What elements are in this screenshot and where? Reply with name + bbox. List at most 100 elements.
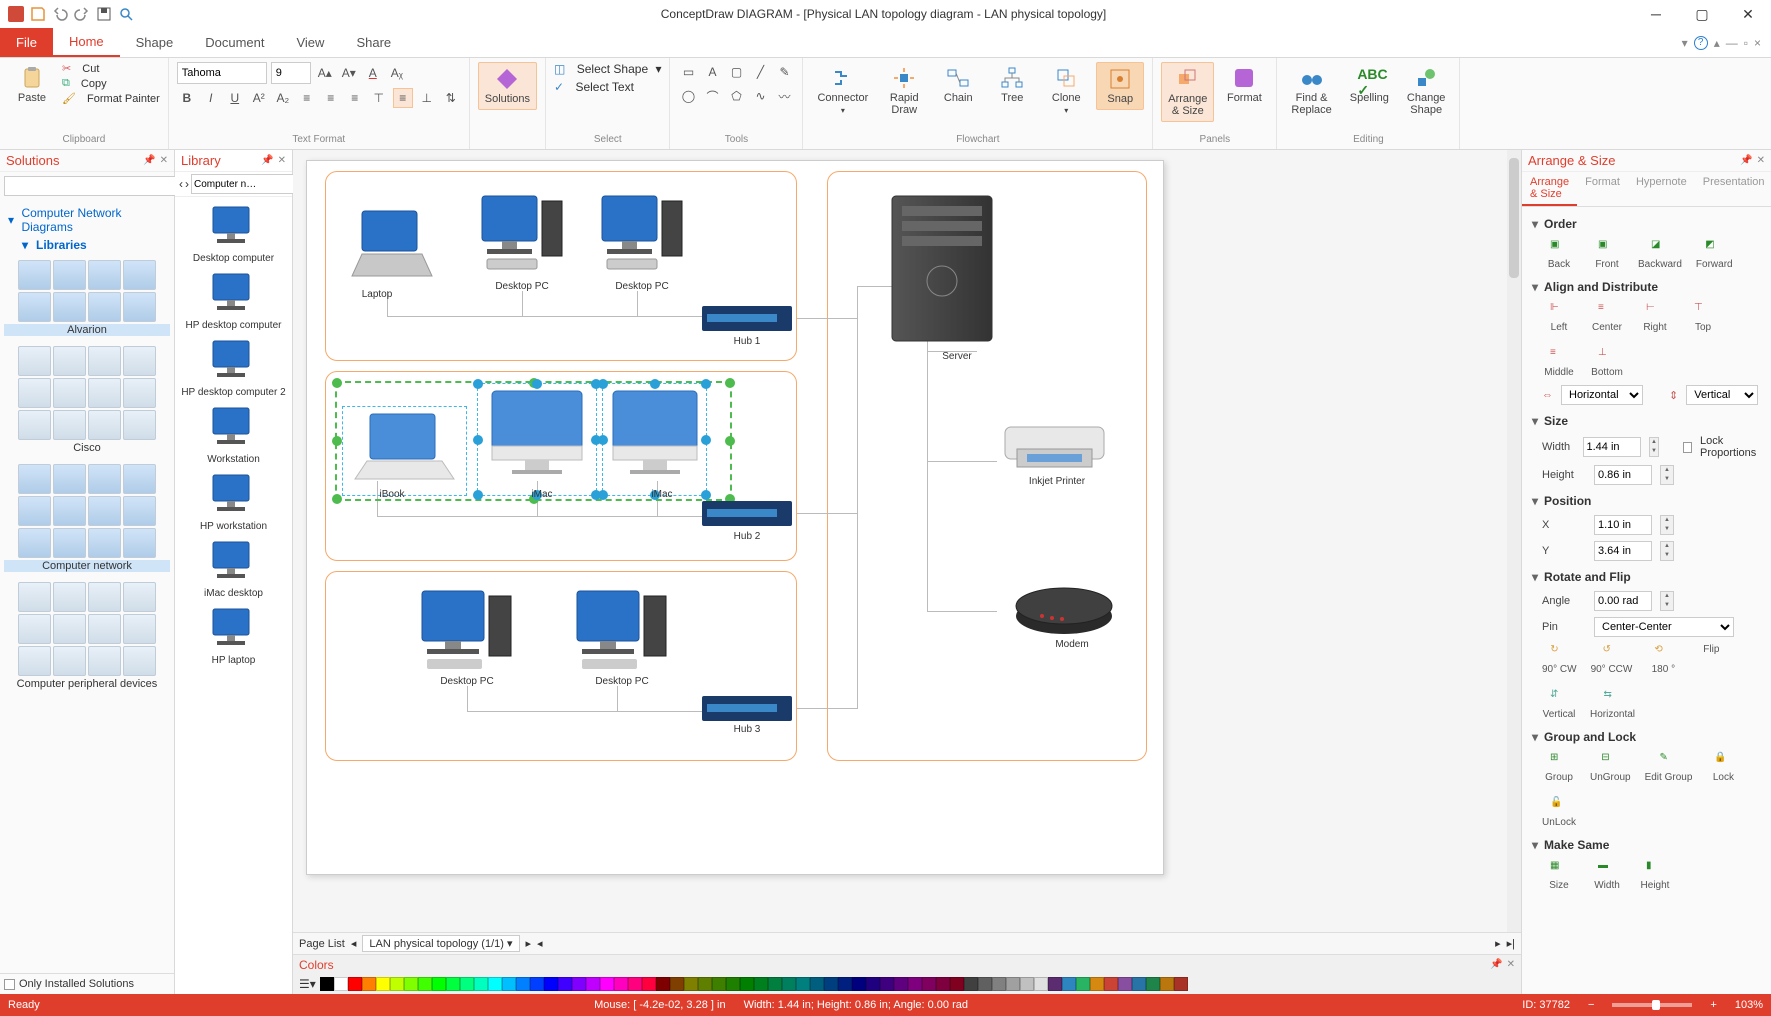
rotate-180-button[interactable]: ⟲180 ° (1646, 644, 1680, 675)
ellipse-tool-icon[interactable]: ◯ (678, 86, 698, 106)
lib-prev-icon[interactable]: ‹ (179, 177, 183, 191)
device-hub[interactable] (702, 501, 792, 526)
pin-icon[interactable]: 📌 (143, 155, 155, 166)
paste-button[interactable]: Paste (8, 62, 56, 108)
tree-node-root[interactable]: ▾Computer Network Diagrams (8, 204, 168, 236)
change-shape-button[interactable]: Change Shape (1401, 62, 1452, 120)
color-swatch[interactable] (978, 977, 992, 991)
x-input[interactable] (1594, 515, 1652, 535)
qat-savefile-icon[interactable] (96, 6, 112, 22)
rounded-tool-icon[interactable]: ▢ (726, 62, 746, 82)
distribute-vertical-combo[interactable]: Vertical (1686, 385, 1758, 405)
color-swatch[interactable] (614, 977, 628, 991)
polygon-tool-icon[interactable]: ⬠ (726, 86, 746, 106)
decrease-font-icon[interactable]: A▾ (339, 63, 359, 83)
library-item[interactable]: HP desktop computer 2 (175, 333, 292, 400)
arc-tool-icon[interactable]: ⌒ (702, 86, 722, 106)
qat-preview-icon[interactable] (118, 6, 134, 22)
library-item[interactable]: HP workstation (175, 467, 292, 534)
align-right-button[interactable]: ⊢Right (1638, 302, 1672, 333)
color-swatch[interactable] (390, 977, 404, 991)
find-replace-button[interactable]: Find & Replace (1285, 62, 1337, 120)
clear-format-icon[interactable]: Aᵪ (387, 63, 407, 83)
menu-collapse-icon[interactable]: ▴ (1714, 36, 1720, 50)
tab-view[interactable]: View (280, 28, 340, 57)
library-item[interactable]: Desktop computer (175, 199, 292, 266)
zoom-slider[interactable] (1612, 1003, 1692, 1007)
makesame-width-button[interactable]: ▬Width (1590, 860, 1624, 891)
tree-button[interactable]: Tree (988, 62, 1036, 108)
pagelist-next-icon[interactable]: ▸ (526, 937, 532, 950)
menu-restore-icon[interactable]: ▫ (1744, 36, 1748, 50)
color-swatch[interactable] (698, 977, 712, 991)
pagelist-scroll-right-icon[interactable]: ▸ (1495, 937, 1501, 950)
underline-icon[interactable]: U (225, 88, 245, 108)
color-swatch[interactable] (1034, 977, 1048, 991)
color-swatch[interactable] (1104, 977, 1118, 991)
align-right-icon[interactable]: ≡ (345, 88, 365, 108)
color-swatch[interactable] (656, 977, 670, 991)
order-backward-button[interactable]: ◪Backward (1638, 239, 1682, 270)
color-swatch[interactable] (838, 977, 852, 991)
color-swatch[interactable] (446, 977, 460, 991)
device-desktop-pc[interactable] (477, 191, 567, 281)
lock-button[interactable]: 🔒Lock (1706, 752, 1740, 783)
color-swatch[interactable] (1020, 977, 1034, 991)
text-tool-icon[interactable]: A (702, 62, 722, 82)
rotate-cw-button[interactable]: ↻90° CW (1542, 644, 1577, 675)
arrange-tab-hypernote[interactable]: Hypernote (1628, 172, 1695, 206)
align-left-icon[interactable]: ≡ (297, 88, 317, 108)
align-top-button[interactable]: ⊤Top (1686, 302, 1720, 333)
format-painter-button[interactable]: 🖌 Format Painter (62, 92, 160, 105)
pin-icon[interactable]: 📌 (1490, 959, 1502, 970)
color-swatch[interactable] (964, 977, 978, 991)
color-swatch[interactable] (460, 977, 474, 991)
solutions-search-input[interactable] (4, 176, 187, 196)
edit-group-button[interactable]: ✎Edit Group (1645, 752, 1693, 783)
cut-button[interactable]: ✂ Cut (62, 62, 160, 75)
solutions-button[interactable]: Solutions (478, 62, 537, 110)
ungroup-button[interactable]: ⊟UnGroup (1590, 752, 1631, 783)
align-center-icon[interactable]: ≡ (321, 88, 341, 108)
subscript-icon[interactable]: A₂ (273, 88, 293, 108)
menu-minimize-ribbon-icon[interactable]: — (1726, 36, 1738, 50)
device-modem[interactable] (1012, 571, 1117, 636)
align-bottom-button[interactable]: ⊥Bottom (1590, 347, 1624, 378)
align-left-button[interactable]: ⊩Left (1542, 302, 1576, 333)
color-swatch[interactable] (586, 977, 600, 991)
width-input[interactable] (1583, 437, 1641, 457)
color-swatch[interactable] (1118, 977, 1132, 991)
color-swatch[interactable] (950, 977, 964, 991)
color-swatch[interactable] (558, 977, 572, 991)
diagram-page[interactable]: Laptop Desktop PC Desktop PC Hub 1 (306, 160, 1164, 875)
canvas[interactable]: Laptop Desktop PC Desktop PC Hub 1 (293, 150, 1521, 932)
zoom-in-icon[interactable]: + (1710, 999, 1716, 1011)
color-swatch[interactable] (880, 977, 894, 991)
italic-icon[interactable]: I (201, 88, 221, 108)
order-forward-button[interactable]: ◩Forward (1696, 239, 1733, 270)
line-tool-icon[interactable]: ╱ (750, 62, 770, 82)
color-swatch[interactable] (516, 977, 530, 991)
freehand-tool-icon[interactable]: 〰 (774, 86, 794, 106)
color-swatch[interactable] (810, 977, 824, 991)
select-shape-button[interactable]: ◫ Select Shape ▾ (554, 62, 661, 76)
qat-undo-icon[interactable] (52, 6, 68, 22)
color-swatch[interactable] (474, 977, 488, 991)
spelling-button[interactable]: ABC✓Spelling (1344, 62, 1395, 108)
tab-document[interactable]: Document (189, 28, 280, 57)
color-swatch[interactable] (726, 977, 740, 991)
select-text-button[interactable]: ✓ Select Text (554, 80, 634, 94)
device-laptop[interactable] (347, 206, 437, 286)
close-panel-icon[interactable]: ✕ (1757, 155, 1765, 166)
chain-button[interactable]: Chain (934, 62, 982, 108)
close-panel-icon[interactable]: ✕ (278, 155, 286, 166)
rotate-ccw-button[interactable]: ↺90° CCW (1591, 644, 1633, 675)
close-button[interactable]: ✕ (1725, 0, 1771, 28)
maximize-button[interactable]: ▢ (1679, 0, 1725, 28)
color-swatch[interactable] (712, 977, 726, 991)
unlock-button[interactable]: 🔓UnLock (1542, 797, 1576, 828)
order-back-button[interactable]: ▣Back (1542, 239, 1576, 270)
close-panel-icon[interactable]: ✕ (160, 155, 168, 166)
menu-close-icon[interactable]: × (1754, 36, 1761, 50)
pagelist-scroll-left-icon[interactable]: ◂ (537, 937, 543, 950)
